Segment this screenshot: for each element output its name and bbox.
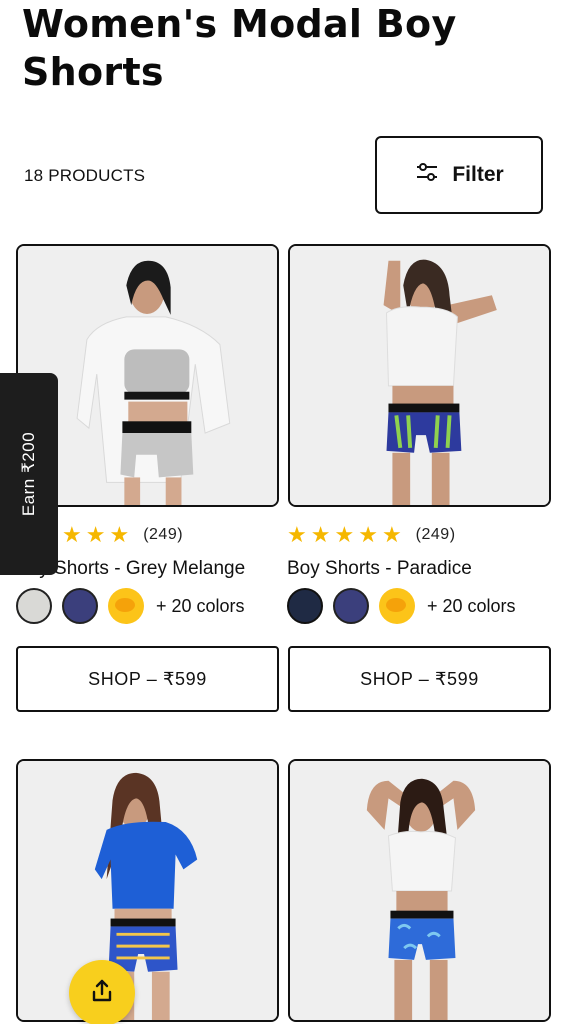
product-image[interactable] xyxy=(288,759,551,1022)
swatch-paradice-print[interactable] xyxy=(287,588,323,624)
filter-icon xyxy=(414,159,440,191)
star-icon: ★ xyxy=(358,522,378,547)
star-icon: ★ xyxy=(381,522,402,547)
star-icon: ★ xyxy=(85,522,106,547)
share-icon xyxy=(88,977,116,1009)
rating-count: (249) xyxy=(415,526,456,543)
more-colors[interactable]: + 20 colors xyxy=(156,596,245,617)
rating: ★ ★ ★ ★ ★ (249) xyxy=(287,524,456,546)
page-title: Women's Modal Boy Shorts xyxy=(22,2,457,94)
shop-button[interactable]: SHOP – ₹599 xyxy=(16,646,279,712)
rating: ★ ★ ★ (249) xyxy=(62,524,183,546)
model-photo-blue-top xyxy=(18,761,277,1020)
product-image[interactable] xyxy=(16,759,279,1022)
share-button[interactable] xyxy=(69,960,135,1024)
swatch-navy[interactable] xyxy=(333,588,369,624)
product-count: 18 PRODUCTS xyxy=(24,166,146,185)
star-icon: ★ xyxy=(62,522,82,547)
color-swatches: + 20 colors xyxy=(287,588,516,624)
earn-rewards-tab[interactable]: Earn ₹200 xyxy=(0,373,58,575)
swatch-emoji-print[interactable] xyxy=(379,588,415,624)
swatch-emoji-print[interactable] xyxy=(108,588,144,624)
swatch-navy[interactable] xyxy=(62,588,98,624)
more-colors[interactable]: + 20 colors xyxy=(427,596,516,617)
swatch-grey[interactable] xyxy=(16,588,52,624)
model-photo-white-top xyxy=(290,761,549,1020)
earn-rewards-label: Earn ₹200 xyxy=(19,431,38,517)
shop-button[interactable]: SHOP – ₹599 xyxy=(288,646,551,712)
star-icon: ★ xyxy=(334,522,355,547)
color-swatches: + 20 colors xyxy=(16,588,245,624)
filter-label: Filter xyxy=(452,163,504,186)
model-photo-paradice xyxy=(290,246,549,505)
filter-button[interactable]: Filter xyxy=(375,136,543,214)
product-name[interactable]: Boy Shorts - Paradice xyxy=(287,558,552,580)
star-icon: ★ xyxy=(310,522,331,547)
rating-count: (249) xyxy=(143,526,184,543)
star-icon: ★ xyxy=(109,522,130,547)
star-icon: ★ xyxy=(287,522,307,547)
product-image[interactable] xyxy=(288,244,551,507)
